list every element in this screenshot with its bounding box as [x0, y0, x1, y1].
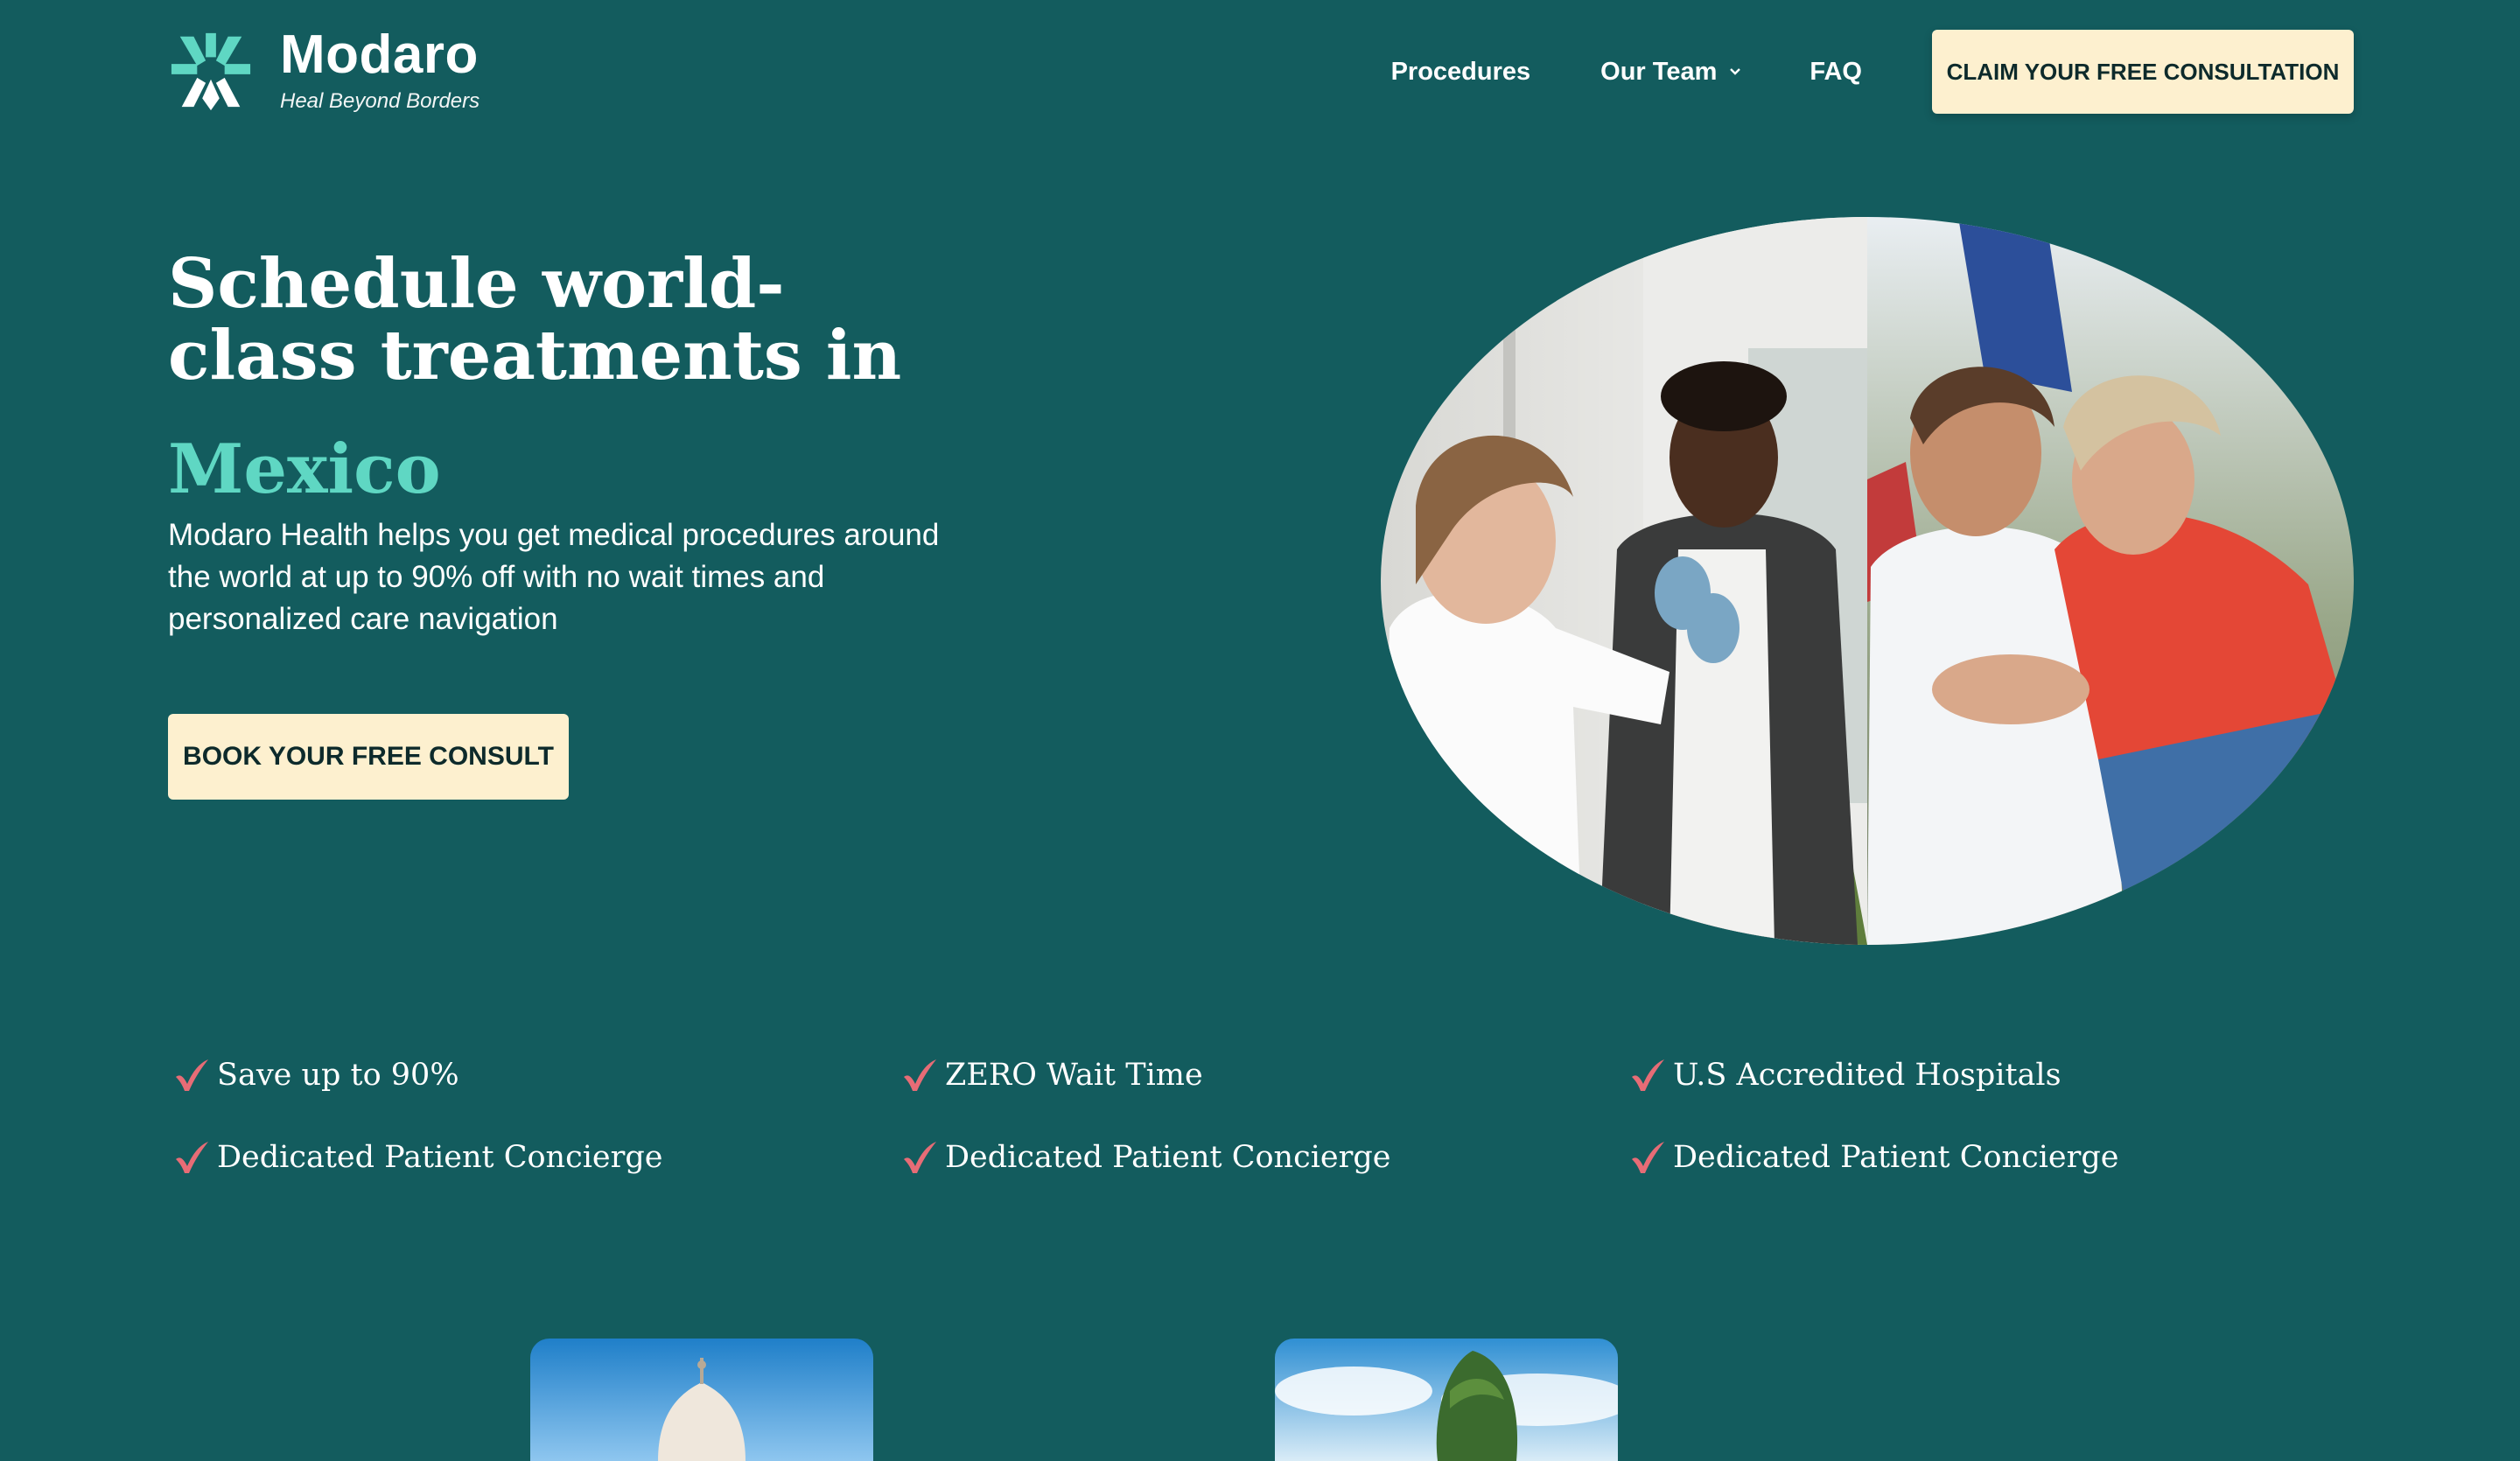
hero-photo-illustration [1381, 217, 2354, 945]
nav-procedures[interactable]: Procedures [1391, 58, 1531, 87]
island-image [1275, 1339, 1618, 1461]
destination-card-island[interactable] [1275, 1339, 1618, 1461]
check-icon [904, 1142, 936, 1173]
benefit-item: ZERO Wait Time [901, 1053, 1629, 1097]
hero-headline: Schedule world-class treatments in [168, 244, 902, 395]
brand-name: Modaro [280, 24, 479, 85]
benefit-label: Dedicated Patient Concierge [945, 1140, 1391, 1175]
check-icon [1632, 1142, 1664, 1173]
check-icon [1632, 1059, 1664, 1091]
nav-our-team-label: Our Team [1600, 57, 1718, 86]
nav-faq[interactable]: FAQ [1810, 58, 1862, 87]
nav-our-team[interactable]: Our Team [1600, 58, 1741, 87]
logo[interactable]: Modaro Heal Beyond Borders [168, 28, 480, 114]
check-icon [176, 1142, 208, 1173]
logo-mark-icon [171, 32, 251, 111]
check-icon [176, 1059, 208, 1091]
benefit-item: Dedicated Patient Concierge [901, 1136, 1629, 1179]
taj-mahal-image [530, 1339, 873, 1461]
hero-photo [1381, 217, 2354, 945]
benefit-label: Save up to 90% [217, 1058, 459, 1093]
main-nav: Procedures Our Team FAQ CLAIM YOUR FREE … [1391, 30, 2354, 114]
hero-country: Mexico [168, 430, 441, 509]
claim-consultation-button[interactable]: CLAIM YOUR FREE CONSULTATION [1932, 30, 2354, 114]
benefit-label: U.S Accredited Hospitals [1673, 1058, 2062, 1093]
benefit-label: ZERO Wait Time [945, 1058, 1203, 1093]
benefits-list: Save up to 90% ZERO Wait Time U.S Accred… [173, 1053, 2361, 1179]
benefit-item: Save up to 90% [173, 1053, 901, 1097]
chevron-down-icon [1730, 68, 1741, 75]
destination-card-taj-mahal[interactable] [530, 1339, 873, 1461]
book-consult-button[interactable]: BOOK YOUR FREE CONSULT [168, 714, 569, 800]
benefit-item: Dedicated Patient Concierge [1629, 1136, 2357, 1179]
brand-tagline: Heal Beyond Borders [280, 89, 480, 113]
hero-subtext: Modaro Health helps you get medical proc… [168, 518, 940, 636]
benefit-label: Dedicated Patient Concierge [217, 1140, 663, 1175]
benefit-item: U.S Accredited Hospitals [1629, 1053, 2357, 1097]
benefit-item: Dedicated Patient Concierge [173, 1136, 901, 1179]
check-icon [904, 1059, 936, 1091]
benefit-label: Dedicated Patient Concierge [1673, 1140, 2119, 1175]
